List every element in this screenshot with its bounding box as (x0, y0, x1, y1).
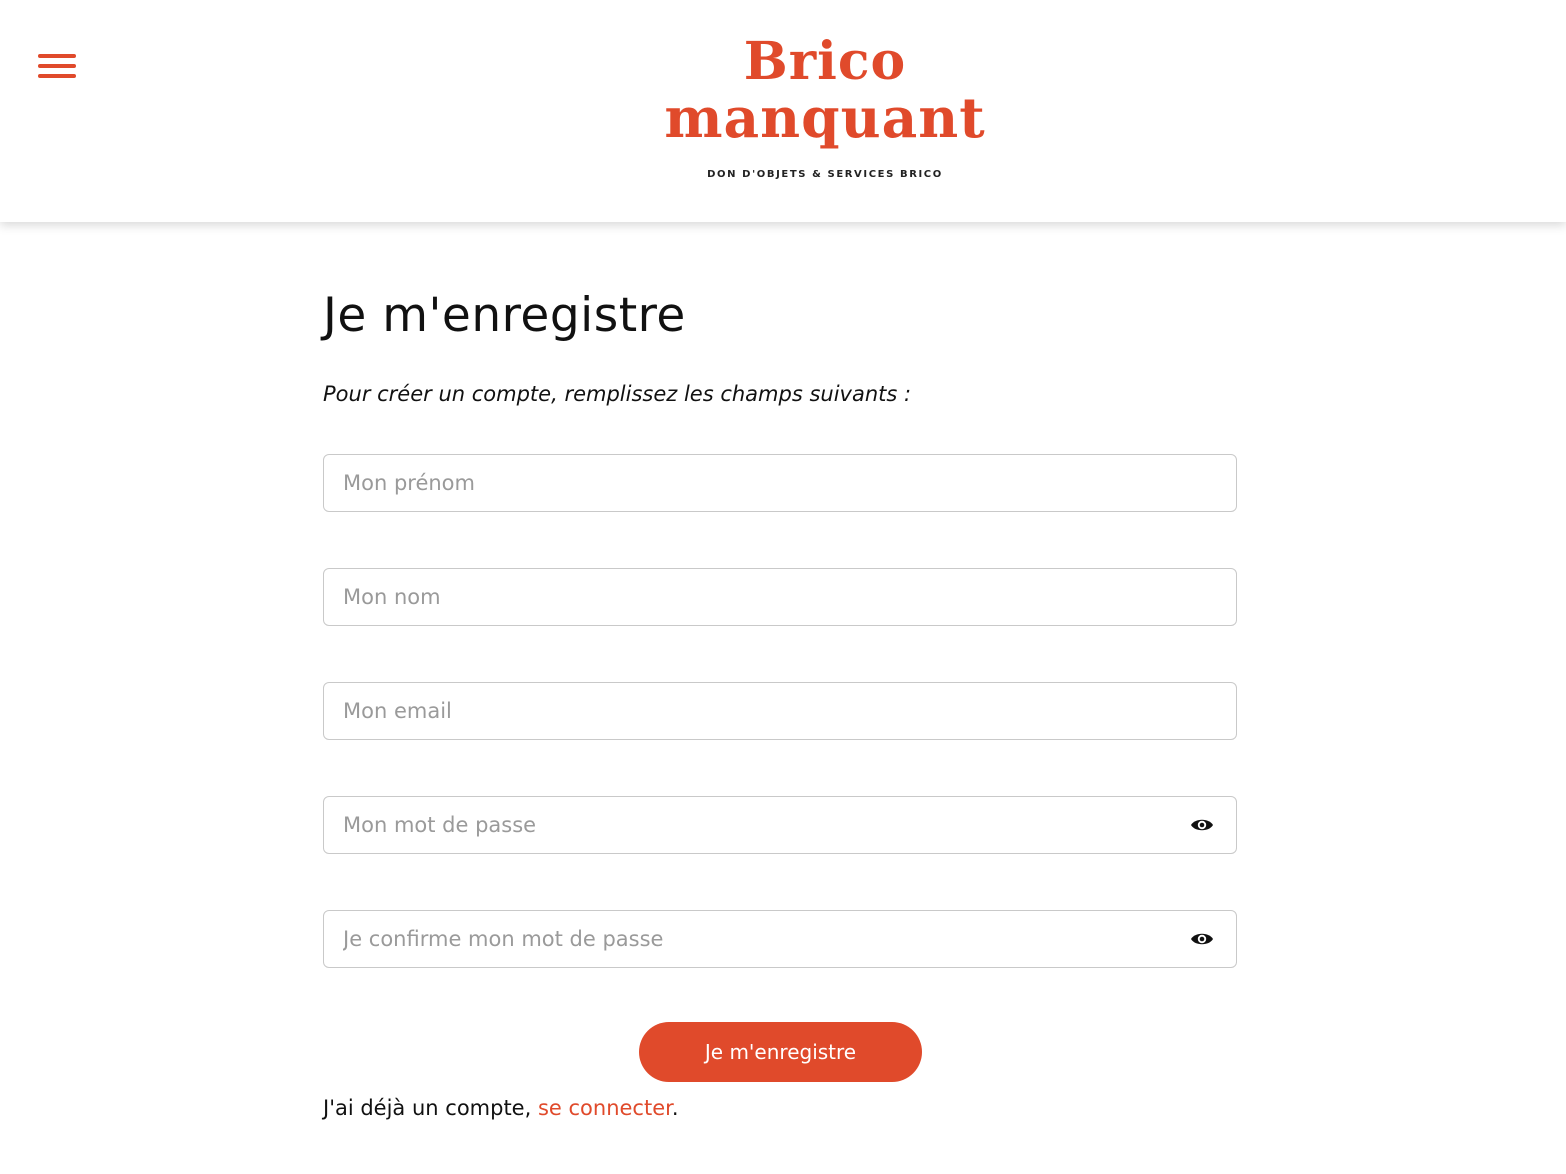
confirm-password-field[interactable] (323, 910, 1237, 968)
logo-brico: Brico (743, 31, 907, 92)
login-suffix: . (671, 1096, 679, 1120)
firstname-field[interactable] (323, 454, 1237, 512)
password-field[interactable] (323, 796, 1237, 854)
eye-icon[interactable] (1190, 815, 1214, 835)
page-title: Je m'enregistre (323, 288, 686, 343)
register-button[interactable]: Je m'enregistre (639, 1022, 922, 1082)
firstname-input[interactable] (324, 455, 1236, 511)
login-link[interactable]: se connecter (538, 1096, 672, 1120)
menu-button[interactable] (36, 48, 80, 84)
login-prompt: J'ai déjà un compte, se connecter. (323, 1096, 679, 1120)
hamburger-icon[interactable] (36, 48, 80, 84)
login-prefix: J'ai déjà un compte, (323, 1096, 538, 1120)
email-field[interactable] (323, 682, 1237, 740)
form-intro: Pour créer un compte, remplissez les cha… (323, 382, 912, 406)
password-input[interactable] (324, 797, 1236, 853)
site-header: Brico manquant DON D'OBJETS & SERVICES B… (0, 0, 1566, 222)
site-logo[interactable]: Brico manquant DON D'OBJETS & SERVICES B… (652, 34, 998, 194)
lastname-input[interactable] (324, 569, 1236, 625)
logo-manquant: manquant (664, 85, 986, 150)
lastname-field[interactable] (323, 568, 1237, 626)
logo-tagline: DON D'OBJETS & SERVICES BRICO (707, 169, 943, 180)
eye-icon[interactable] (1190, 929, 1214, 949)
email-input[interactable] (324, 683, 1236, 739)
confirm-password-input[interactable] (324, 911, 1236, 967)
